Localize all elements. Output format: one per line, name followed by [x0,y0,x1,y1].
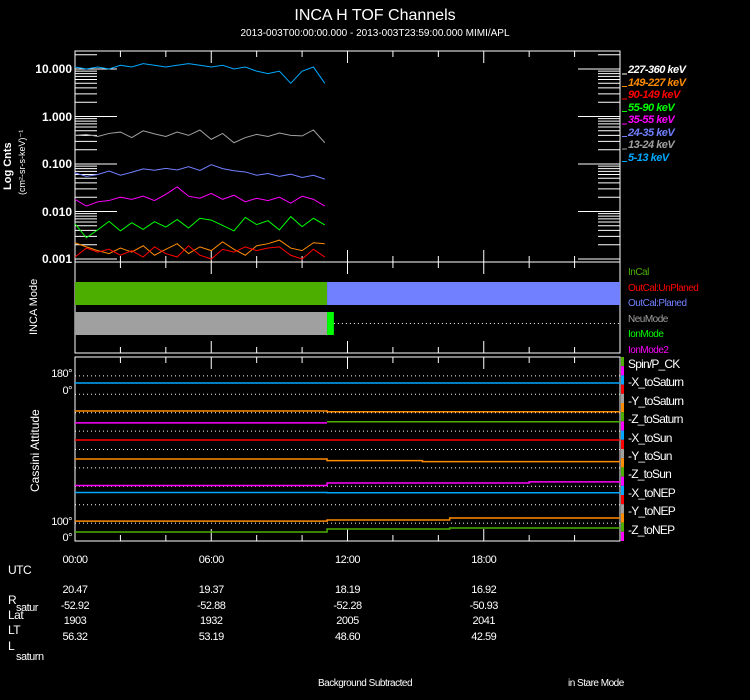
inca-mode-label: INCA Mode [28,278,40,335]
series-line-35-55-keV [74,186,326,207]
attitude-color-bar [621,439,624,449]
series-line-24-35-keV [74,164,325,180]
time-tick-label: 00:00 [62,554,88,566]
attitude-trace--Y_toSaturn [75,410,620,413]
attitude-color-bar [621,393,624,403]
attitude-color-bar [621,375,624,385]
attitude-color-bar [621,384,624,394]
attitude-color-bar [621,458,624,468]
ephemeris-label: R [8,593,17,607]
legend-149-227-keV: 149-227 keV [628,76,686,89]
attitude-y-tick: 180° [51,368,72,380]
series-line-13-24-keV [74,129,326,144]
ephemeris-value: 19.37 [198,584,225,596]
ephemeris-value: 2041 [472,615,496,627]
footer-background-subtracted: Background Subtracted [318,678,413,689]
attitude-legend--z_tosun: -Z_toSun [628,467,672,482]
ephemeris-value: 53.19 [198,630,225,643]
legend-35-55-keV: 35-55 keV [628,114,675,126]
attitude-y-tick: 100° [51,516,72,528]
attitude-legend--y_tonep: -Y_toNEP [628,504,676,519]
y-tick-label: 10.000 [35,62,72,76]
attitude-label: Cassini Attitude [28,409,42,492]
legend-55-90-keV: 55-90 keV [628,101,675,114]
ephemeris-value: 56.32 [62,630,88,643]
attitude-trace--Z_toSun [75,481,620,487]
legend-227-360-keV: 227-360 keV [628,64,686,76]
attitude-color-bar [621,504,624,514]
attitude-trace--Y_toNEP [75,517,620,522]
attitude-color-bar [621,531,624,541]
legend-90-149-keV: 90-149 keV [628,89,680,101]
y-tick-label: 0.010 [41,204,72,219]
mode-legend-ionmode: IonMode [628,329,664,340]
ephemeris-value: -50.93 [469,599,499,612]
y-tick-label: 0.100 [41,157,72,171]
time-tick-label: 06:00 [198,554,225,566]
attitude-color-bar [621,449,624,459]
panel-frame-0 [74,50,621,263]
attitude-color-bar [621,430,624,440]
attitude-color-bar [621,476,624,486]
attitude-y-tick: 0° [62,385,72,397]
ephemeris-value: 16.92 [471,584,497,596]
legend-5-13-keV: 5-13 keV [628,151,669,164]
time-tick-label: 12:00 [334,554,361,566]
mode-legend-ionmode2: IonMode2 [628,344,669,356]
attitude-legend--x_tosun: -X_toSun [628,430,672,445]
mode-bar [75,312,328,335]
attitude-color-bar [621,513,624,523]
ephemeris-value: 1932 [200,615,223,627]
y-tick-label: 0.001 [41,252,72,266]
attitude-legend--y_tosaturn: -Y_toSaturn [628,393,684,408]
ephemeris-value: 18.19 [334,584,361,596]
attitude-legend-spin/p_ck: Spin/P_CK [628,357,680,371]
footer-stare-mode: in Stare Mode [568,678,624,689]
attitude-legend--x_tosaturn: -X_toSaturn [628,375,684,390]
attitude-y-tick: 0° [62,532,72,544]
ephemeris-value: 1903 [63,615,87,627]
mode-bar [327,312,334,335]
ephemeris-label-sub: saturn [16,651,44,663]
mode-legend-neumode: NeuMode [628,313,668,325]
attitude-color-bar [621,412,624,422]
attitude-legend--z_tosaturn: -Z_toSaturn [628,412,683,427]
series-line-55-90-keV [74,215,326,239]
mode-legend-outcal-planed: OutCal:Planed [628,298,687,309]
utc-label: UTC [8,563,32,577]
ephemeris-label: L [8,639,15,653]
ephemeris-value: -52.28 [333,599,362,612]
panel-frame-1 [74,261,621,354]
ephemeris-value: 20.47 [62,584,88,596]
legend-13-24-keV: 13-24 keV [628,139,675,151]
attitude-legend--z_tonep: -Z_toNEP [628,522,675,537]
mode-bar [327,282,620,305]
time-tick-label: 18:00 [471,554,497,566]
ephemeris-label: Lat [8,608,24,622]
attitude-color-bar [621,495,624,505]
mode-legend-outcal-unplaned: OutCal:UnPlaned [628,282,699,294]
attitude-color-bar [621,421,624,431]
ephemeris-value: -52.92 [60,599,90,612]
attitude-color-bar [621,522,624,532]
y-tick-label: 1.000 [41,109,72,124]
mode-legend-incal: InCal [628,267,649,278]
attitude-color-bar [621,357,624,367]
legend-24-35-keV: 24-35 keV [628,126,675,139]
attitude-color-bar [621,467,624,477]
mode-bar [75,282,328,305]
attitude-color-bar [621,485,624,495]
ephemeris-value: 42.59 [471,630,497,643]
ephemeris-label: LT [8,623,21,637]
ephemeris-value: 2005 [336,615,359,627]
attitude-trace--Y_toSun [75,458,620,463]
attitude-color-bar [621,366,624,376]
series-line-5-13-keV [74,63,326,85]
ephemeris-value: -52.88 [197,599,226,612]
ephemeris-value: 48.60 [334,630,361,643]
attitude-legend--x_tonep: -X_toNEP [628,485,676,500]
attitude-color-bar [621,403,624,413]
attitude-legend--y_tosun: -Y_toSun [628,449,672,463]
